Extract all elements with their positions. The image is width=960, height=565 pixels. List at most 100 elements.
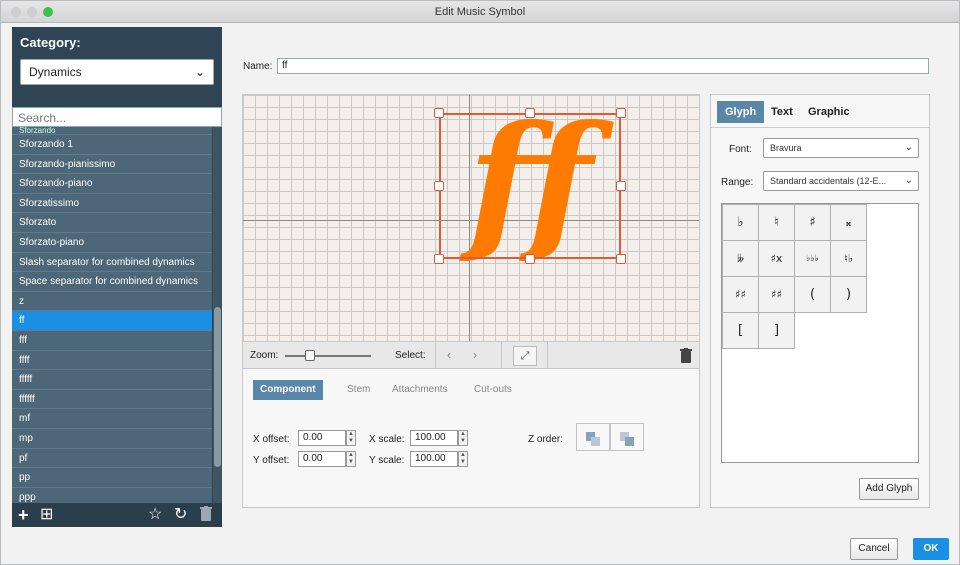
x-scale-stepper[interactable]: ▲ ▼ bbox=[458, 430, 468, 446]
list-item[interactable]: pp bbox=[12, 468, 212, 488]
list-item[interactable]: Slash separator for combined dynamics bbox=[12, 253, 212, 273]
glyph-cell[interactable]: 𝄪 bbox=[830, 204, 867, 241]
editor-canvas[interactable]: ff bbox=[243, 95, 699, 341]
name-input[interactable]: ff bbox=[277, 58, 929, 74]
list-item[interactable]: mp bbox=[12, 429, 212, 449]
list-scrollbar[interactable] bbox=[213, 127, 222, 503]
glyph-cell[interactable]: ♭ bbox=[722, 204, 759, 241]
bring-forward-button[interactable] bbox=[610, 423, 644, 451]
scrollbar-thumb[interactable] bbox=[214, 307, 221, 467]
list-item[interactable]: Sforzando-piano bbox=[12, 174, 212, 194]
ok-button[interactable]: OK bbox=[913, 538, 949, 560]
list-item[interactable]: Sforzando bbox=[12, 127, 212, 135]
list-item[interactable]: Sforzato-piano bbox=[12, 233, 212, 253]
range-select[interactable]: Standard accidentals (12-E... ⌄ bbox=[763, 171, 919, 191]
editor-toolbar: Zoom: Select: ‹ › ⤢ bbox=[243, 341, 699, 369]
y-scale-field[interactable]: 100.00 bbox=[410, 451, 458, 467]
list-item[interactable]: ffffff bbox=[12, 390, 212, 410]
list-item[interactable]: ppp bbox=[12, 488, 212, 503]
tab-text[interactable]: Text bbox=[763, 101, 801, 123]
chevron-down-icon: ⌄ bbox=[904, 142, 913, 153]
list-item[interactable]: Sforzando 1 bbox=[12, 135, 212, 155]
resize-handle[interactable] bbox=[434, 181, 444, 191]
list-item[interactable]: z bbox=[12, 292, 212, 312]
x-offset-stepper[interactable]: ▲ ▼ bbox=[346, 430, 356, 446]
sidebar-toolbar: + ⊞ ☆ ↻ bbox=[12, 503, 222, 527]
category-select[interactable]: Dynamics ⌄ bbox=[20, 59, 214, 85]
cancel-button[interactable]: Cancel bbox=[850, 538, 898, 560]
y-offset-field[interactable]: 0.00 bbox=[298, 451, 346, 467]
tab-stem[interactable]: Stem bbox=[340, 380, 377, 400]
range-label: Range: bbox=[721, 177, 754, 188]
glyph-cell[interactable]: ♮ bbox=[758, 204, 795, 241]
font-select[interactable]: Bravura ⌄ bbox=[763, 138, 919, 158]
add-glyph-button[interactable]: Add Glyph bbox=[859, 478, 919, 500]
edit-music-symbol-window: Edit Music Symbol Category: Dynamics ⌄ S… bbox=[0, 0, 960, 565]
glyph-cell[interactable]: ] bbox=[758, 312, 795, 349]
y-scale-stepper[interactable]: ▲ ▼ bbox=[458, 451, 468, 467]
toolbar-divider bbox=[547, 342, 548, 368]
select-label: Select: bbox=[395, 350, 426, 361]
y-offset-stepper[interactable]: ▲ ▼ bbox=[346, 451, 356, 467]
list-item[interactable]: Sforzando-pianissimo bbox=[12, 155, 212, 175]
send-backward-button[interactable] bbox=[576, 423, 610, 451]
resize-handle[interactable] bbox=[616, 254, 626, 264]
list-item[interactable]: mf bbox=[12, 409, 212, 429]
send-backward-icon-part bbox=[591, 437, 600, 446]
symbol-list: Sforzando Sforzando 1 Sforzando-pianissim… bbox=[12, 127, 212, 503]
tab-attachments[interactable]: Attachments bbox=[385, 380, 455, 400]
star-icon[interactable]: ☆ bbox=[148, 506, 162, 524]
glyph-cell[interactable]: ♯♯ bbox=[758, 276, 795, 313]
list-item[interactable]: ff bbox=[12, 311, 212, 331]
chevron-down-icon: ⌄ bbox=[194, 65, 205, 79]
glyph-cell[interactable]: ♯x bbox=[758, 240, 795, 277]
select-next-arrow[interactable]: › bbox=[473, 348, 477, 362]
add-table-icon[interactable]: ⊞ bbox=[40, 506, 53, 524]
glyph-cell[interactable]: 𝄫 bbox=[722, 240, 759, 277]
resize-handle[interactable] bbox=[525, 108, 535, 118]
list-item[interactable]: fffff bbox=[12, 370, 212, 390]
resize-handle[interactable] bbox=[434, 254, 444, 264]
x-scale-field[interactable]: 100.00 bbox=[410, 430, 458, 446]
selection-box[interactable] bbox=[439, 113, 621, 259]
x-offset-field[interactable]: 0.00 bbox=[298, 430, 346, 446]
delete-component-icon[interactable] bbox=[680, 348, 692, 366]
glyph-cell[interactable]: ♯♯ bbox=[722, 276, 759, 313]
tab-component[interactable]: Component bbox=[253, 380, 323, 400]
trash-icon[interactable] bbox=[200, 506, 212, 526]
resize-handle[interactable] bbox=[616, 108, 626, 118]
glyph-cell[interactable]: ♮♭ bbox=[830, 240, 867, 277]
search-input[interactable]: Search... bbox=[12, 107, 222, 127]
select-prev-arrow[interactable]: ‹ bbox=[447, 348, 451, 362]
revert-icon[interactable]: ↻ bbox=[174, 506, 187, 524]
resize-handle[interactable] bbox=[525, 254, 535, 264]
list-item[interactable]: Space separator for combined dynamics bbox=[12, 272, 212, 292]
zoom-slider-knob[interactable] bbox=[305, 350, 315, 361]
x-offset-label: X offset: bbox=[253, 434, 290, 445]
add-icon[interactable]: + bbox=[18, 506, 29, 524]
list-item[interactable]: ffff bbox=[12, 351, 212, 371]
glyph-cell[interactable]: ( bbox=[794, 276, 831, 313]
glyph-cell[interactable]: ) bbox=[830, 276, 867, 313]
list-item[interactable]: Sforzato bbox=[12, 213, 212, 233]
glyph-cell[interactable]: [ bbox=[722, 312, 759, 349]
tab-cut-outs[interactable]: Cut-outs bbox=[467, 380, 519, 400]
list-item[interactable]: Sforzatissimo bbox=[12, 194, 212, 214]
title-bar: Edit Music Symbol bbox=[1, 1, 959, 23]
tab-glyph[interactable]: Glyph bbox=[717, 101, 765, 123]
font-value: Bravura bbox=[770, 143, 802, 153]
resize-handle[interactable] bbox=[434, 108, 444, 118]
resize-diagonal-icon[interactable]: ⤢ bbox=[513, 346, 537, 366]
glyph-cell[interactable]: ♯ bbox=[794, 204, 831, 241]
list-item[interactable]: fff bbox=[12, 331, 212, 351]
list-item[interactable]: pf bbox=[12, 449, 212, 469]
bring-forward-icon-part bbox=[625, 437, 634, 446]
font-label: Font: bbox=[729, 144, 752, 155]
zoom-slider[interactable] bbox=[285, 350, 371, 361]
resize-handle[interactable] bbox=[616, 181, 626, 191]
tab-graphic[interactable]: Graphic bbox=[800, 101, 858, 123]
name-label: Name: bbox=[243, 61, 273, 72]
y-scale-label: Y scale: bbox=[369, 455, 405, 466]
window-title: Edit Music Symbol bbox=[434, 6, 526, 18]
glyph-cell[interactable]: ♭♭♭ bbox=[794, 240, 831, 277]
